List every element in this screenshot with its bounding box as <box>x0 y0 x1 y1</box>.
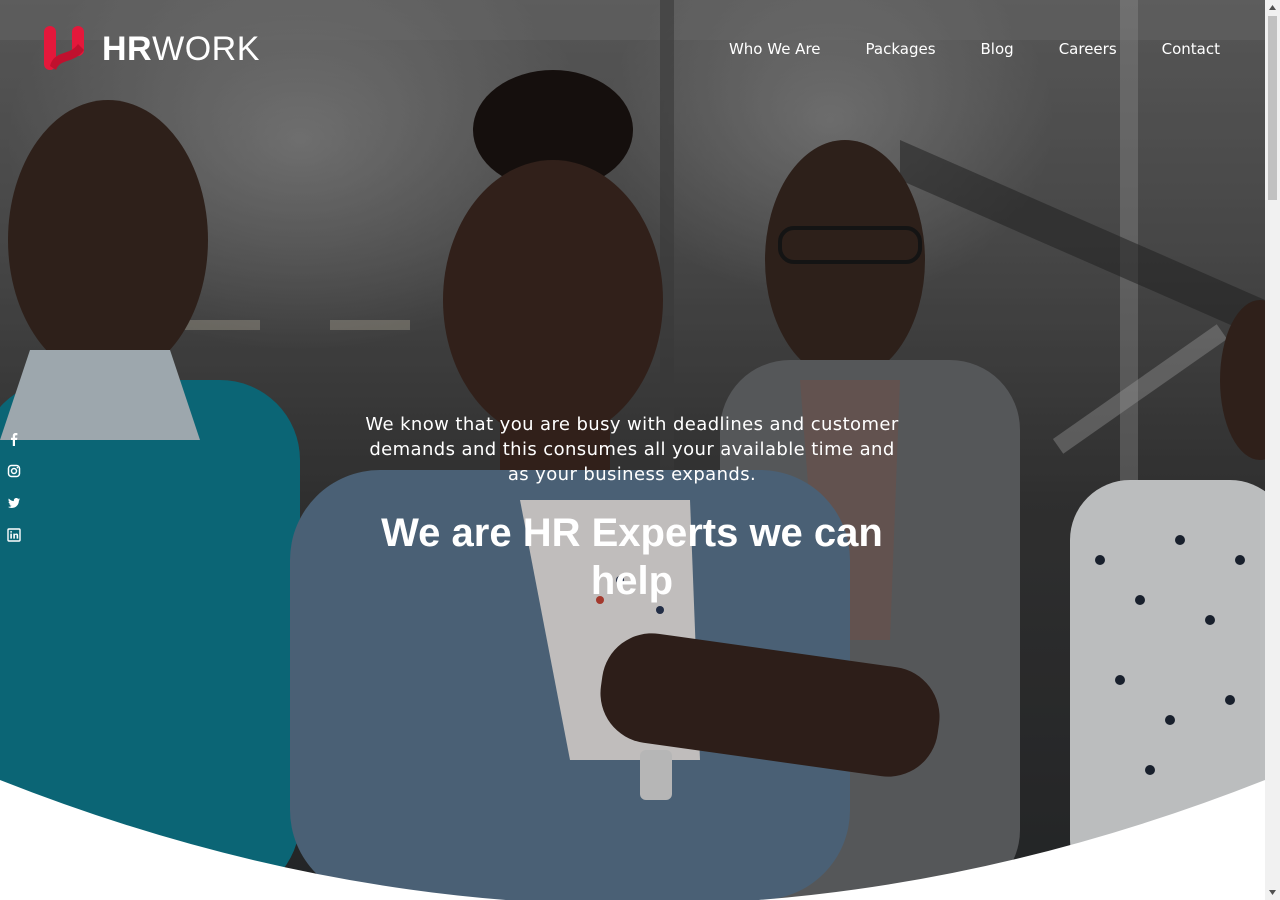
site-header: HRWORK Who We Are Packages Blog Careers … <box>0 0 1265 100</box>
scrollbar-thumb[interactable] <box>1268 16 1277 200</box>
social-links <box>7 432 23 560</box>
nav-item-packages[interactable]: Packages <box>821 38 936 60</box>
brand-mark-icon <box>44 26 84 70</box>
page-viewport: HRWORK Who We Are Packages Blog Careers … <box>0 0 1265 900</box>
brand-name-strong: HR <box>102 30 153 68</box>
instagram-icon[interactable] <box>7 464 21 478</box>
main-nav: Who We Are Packages Blog Careers Contact <box>684 38 1220 60</box>
scroll-up-arrow-icon[interactable] <box>1265 0 1280 15</box>
hero-content: We know that you are busy with deadlines… <box>357 412 907 605</box>
twitter-icon[interactable] <box>7 496 21 510</box>
brand-wordmark: HRWORK <box>102 26 260 72</box>
scroll-down-arrow-icon[interactable] <box>1265 885 1280 900</box>
page-scrollbar[interactable] <box>1265 0 1280 900</box>
hero-bottom-curve <box>0 780 1265 900</box>
brand-name-light: WORK <box>152 30 260 68</box>
brand-logo[interactable]: HRWORK <box>44 26 260 72</box>
linkedin-icon[interactable] <box>7 528 21 542</box>
facebook-icon[interactable] <box>7 432 21 446</box>
hero-heading: We are HR Experts we can help <box>381 511 883 603</box>
nav-item-careers[interactable]: Careers <box>1014 38 1117 60</box>
nav-item-who-we-are[interactable]: Who We Are <box>684 38 821 60</box>
hero-intro-text: We know that you are busy with deadlines… <box>365 414 899 485</box>
nav-item-blog[interactable]: Blog <box>936 38 1014 60</box>
nav-item-contact[interactable]: Contact <box>1117 38 1220 60</box>
